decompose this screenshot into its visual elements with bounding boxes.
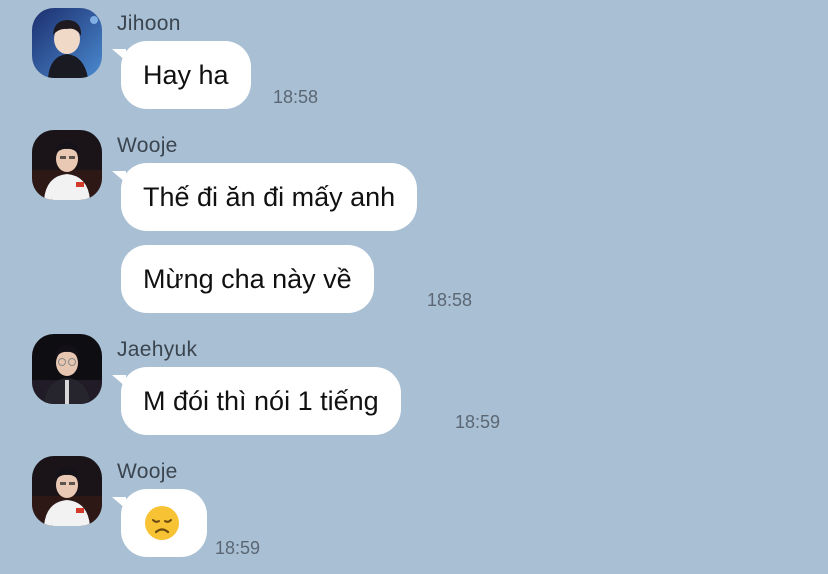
avatar-jihoon[interactable]: [32, 8, 102, 78]
sender-name: Jaehyuk: [117, 338, 198, 361]
disappointed-face-icon: [145, 505, 179, 540]
message-bubble[interactable]: Mừng cha này về: [121, 245, 374, 313]
message-text: Mừng cha này về: [143, 264, 352, 294]
avatar-jaehyuk[interactable]: [32, 334, 102, 404]
message-bubble[interactable]: Thế đi ăn đi mấy anh: [112, 163, 418, 231]
sender-name: Wooje: [117, 134, 178, 157]
message-bubble[interactable]: M đói thì nói 1 tiếng: [112, 367, 401, 435]
message-text: Hay ha: [143, 60, 229, 90]
avatar-wooje[interactable]: [32, 130, 102, 200]
timestamp: 18:59: [215, 538, 261, 558]
message-text: Thế đi ăn đi mấy anh: [143, 182, 396, 212]
sender-name: Wooje: [117, 460, 178, 483]
message-bubble[interactable]: [112, 489, 207, 557]
message-text: M đói thì nói 1 tiếng: [143, 386, 379, 416]
timestamp: 18:59: [455, 412, 501, 432]
sender-name: Jihoon: [117, 12, 181, 35]
avatar-wooje[interactable]: [32, 456, 102, 526]
timestamp: 18:58: [427, 290, 473, 310]
message-bubble[interactable]: Hay ha: [112, 41, 251, 109]
timestamp: 18:58: [273, 87, 319, 107]
